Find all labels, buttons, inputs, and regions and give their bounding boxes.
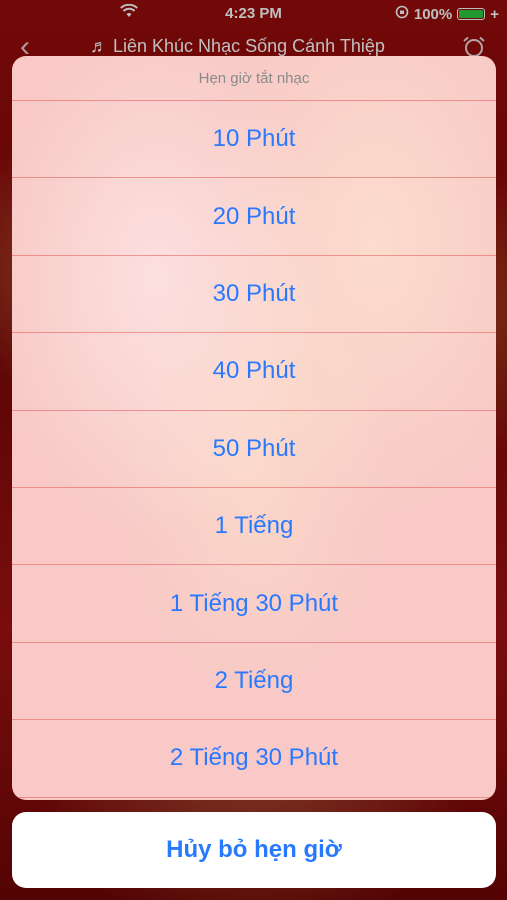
option-10-minutes[interactable]: 10 Phút	[12, 101, 496, 179]
option-1-hour-30-minutes[interactable]: 1 Tiếng 30 Phút	[12, 565, 496, 643]
cancel-timer-button[interactable]: Hủy bỏ hẹn giờ	[12, 812, 496, 888]
option-30-minutes[interactable]: 30 Phút	[12, 256, 496, 334]
option-40-minutes[interactable]: 40 Phút	[12, 333, 496, 411]
timer-action-sheet: Hẹn giờ tắt nhạc 10 Phút 20 Phút 30 Phút…	[12, 56, 496, 800]
option-2-hours[interactable]: 2 Tiếng	[12, 643, 496, 721]
option-1-hour[interactable]: 1 Tiếng	[12, 488, 496, 566]
action-sheet-title: Hẹn giờ tắt nhạc	[12, 56, 496, 101]
option-2-hours-30-minutes[interactable]: 2 Tiếng 30 Phút	[12, 720, 496, 798]
option-50-minutes[interactable]: 50 Phút	[12, 411, 496, 488]
option-20-minutes[interactable]: 20 Phút	[12, 178, 496, 256]
